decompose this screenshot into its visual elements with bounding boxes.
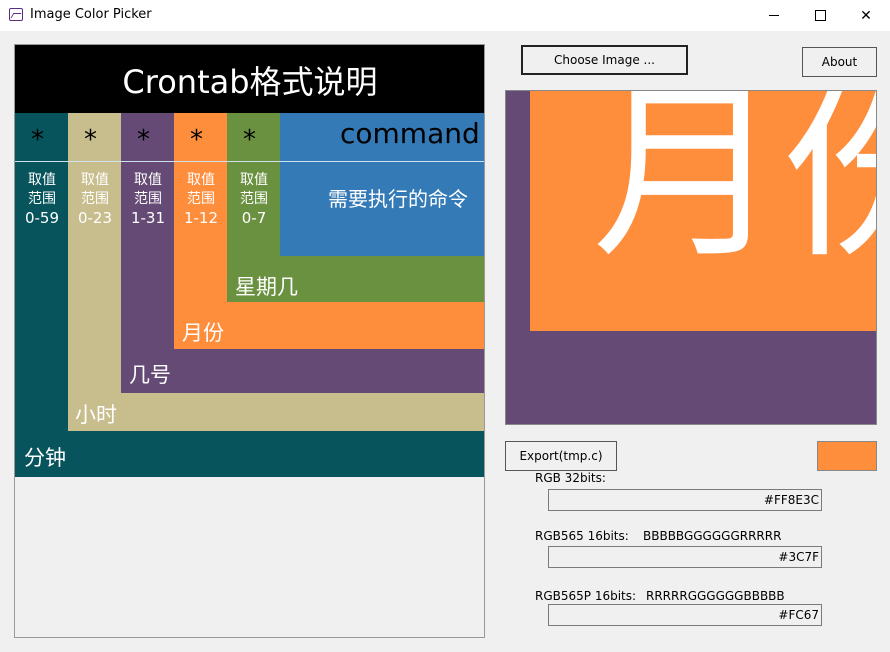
command-description: 需要执行的命令: [328, 187, 468, 211]
range-label: 取值: [187, 172, 215, 188]
range-label: 范围: [28, 191, 56, 207]
month-star: *: [190, 125, 203, 155]
rgb565p-label: RGB565P 16bits:: [535, 589, 637, 603]
about-button[interactable]: About: [802, 47, 877, 77]
range-label: 取值: [28, 172, 56, 188]
choose-image-button[interactable]: Choose Image ...: [521, 45, 688, 75]
close-button[interactable]: ✕: [843, 0, 889, 31]
month-label: 月份: [182, 321, 224, 345]
range-value: 1-12: [183, 209, 219, 227]
zoom-text: 月份: [592, 90, 876, 284]
export-button[interactable]: Export(tmp.c): [505, 441, 617, 471]
image-header: Crontab格式说明: [15, 45, 484, 113]
range-label: 范围: [187, 191, 215, 207]
header-divider: [15, 161, 484, 162]
command-label: command: [340, 117, 480, 150]
month-range: 取值 范围 1-12: [180, 171, 222, 228]
minute-range: 取值 范围 0-59: [21, 171, 63, 228]
close-icon: ✕: [860, 7, 872, 24]
window-title: Image Color Picker: [30, 7, 152, 22]
rgb565-field[interactable]: #3C7F: [548, 546, 822, 568]
range-label: 取值: [81, 172, 109, 188]
minute-label: 分钟: [24, 446, 66, 470]
day-range: 取值 范围 1-31: [127, 171, 169, 228]
maximize-button[interactable]: [797, 0, 843, 31]
rgb565-format: BBBBBGGGGGGRRRRR: [643, 529, 782, 543]
minimize-button[interactable]: [751, 0, 797, 31]
range-label: 取值: [240, 172, 268, 188]
range-value: 0-23: [77, 209, 113, 227]
picked-color-swatch: [817, 441, 877, 471]
loaded-image[interactable]: Crontab格式说明 * * * * * command 需要执行的命令 取值…: [15, 45, 484, 477]
range-label: 取值: [134, 172, 162, 188]
weekday-range: 取值 范围 0-7: [233, 171, 275, 228]
range-value: 0-7: [241, 209, 267, 227]
minute-star: *: [31, 125, 44, 155]
image-view-panel[interactable]: Crontab格式说明 * * * * * command 需要执行的命令 取值…: [14, 44, 485, 638]
hour-range: 取值 范围 0-23: [74, 171, 116, 228]
minimize-icon: [769, 15, 779, 16]
range-label: 范围: [134, 191, 162, 207]
range-value: 0-59: [24, 209, 60, 227]
hour-label: 小时: [75, 403, 117, 427]
app-image-icon: [9, 8, 23, 21]
zoom-preview: 月份: [505, 90, 877, 425]
day-star: *: [137, 125, 150, 155]
maximize-icon: [814, 10, 826, 21]
range-value: 1-31: [130, 209, 166, 227]
title-bar: Image Color Picker ✕: [0, 0, 890, 31]
rgb565p-format: RRRRRGGGGGGBBBBB: [646, 589, 785, 603]
rgb32-label: RGB 32bits:: [535, 471, 606, 485]
range-label: 范围: [240, 191, 268, 207]
day-label: 几号: [129, 363, 171, 387]
rgb565-label: RGB565 16bits:: [535, 529, 629, 543]
rgb32-field[interactable]: #FF8E3C: [548, 489, 822, 511]
image-title: Crontab格式说明: [122, 63, 378, 101]
weekday-label: 星期几: [235, 275, 298, 299]
weekday-star: *: [243, 125, 256, 155]
hour-star: *: [84, 125, 97, 155]
rgb565p-field[interactable]: #FC67: [548, 604, 822, 626]
range-label: 范围: [81, 191, 109, 207]
